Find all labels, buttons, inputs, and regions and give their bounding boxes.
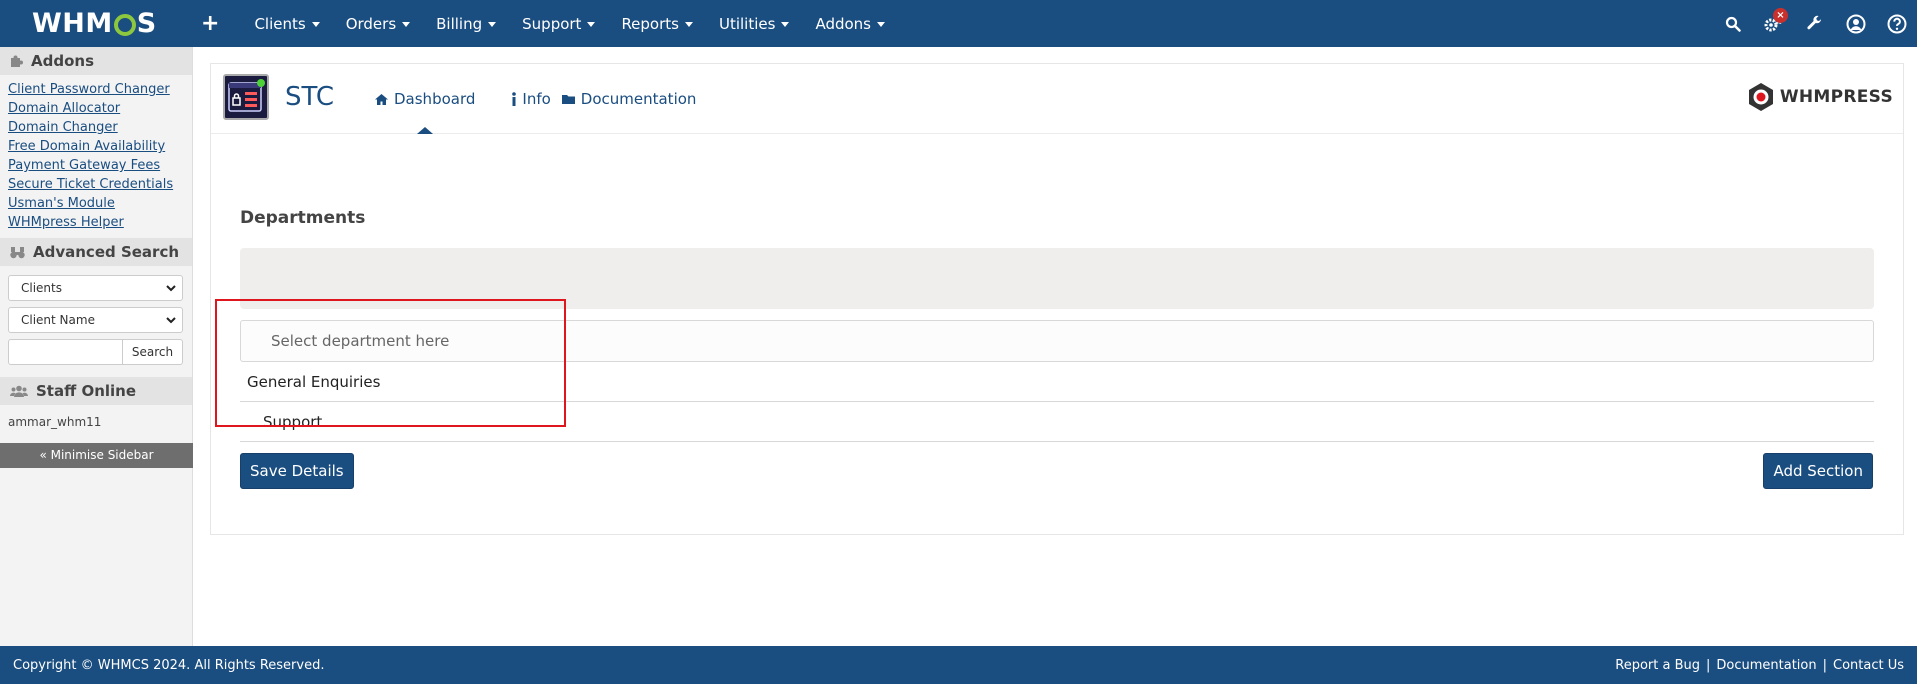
search-type-select[interactable]: Clients (8, 275, 183, 301)
sidebar-search-button[interactable]: Search (123, 339, 183, 365)
footer-separator: | (1822, 657, 1827, 673)
menu-label: Addons (815, 14, 871, 33)
search-type-value: Clients (21, 281, 62, 295)
sidebar-advanced-search-header: Advanced Search (0, 238, 192, 266)
tab-label: Dashboard (394, 90, 476, 108)
addon-link[interactable]: Usman's Module (8, 194, 184, 213)
menu-support[interactable]: Support (509, 15, 608, 33)
caret-down-icon (402, 21, 411, 27)
caret-down-icon (781, 21, 790, 27)
addon-link[interactable]: Payment Gateway Fees (8, 156, 184, 175)
sidebar-addons-title: Addons (31, 52, 94, 70)
tab-dashboard[interactable]: Dashboard (364, 64, 485, 134)
whmpress-logo-icon (1748, 83, 1773, 111)
whmpress-brand-logo: WHMPRESS (1746, 82, 1893, 112)
binoculars-icon (10, 246, 25, 259)
top-right-icons: × (1712, 0, 1917, 47)
tab-documentation[interactable]: Documentation (561, 64, 707, 134)
main-menu: + Clients Orders Billing Support Reports… (175, 0, 898, 47)
quick-add-plus-icon[interactable]: + (175, 11, 241, 36)
brand-text: WHMPRESS (1779, 87, 1893, 107)
menu-clients[interactable]: Clients (241, 15, 332, 33)
addon-link[interactable]: Secure Ticket Credentials (8, 175, 184, 194)
menu-label: Orders (345, 14, 397, 33)
logo-text-left: WHM (32, 8, 113, 39)
module-tabs: Dashboard Info Documentation (364, 64, 706, 134)
chevron-down-icon (166, 316, 176, 323)
sidebar-staff-title: Staff Online (36, 382, 137, 400)
menu-reports[interactable]: Reports (608, 15, 706, 33)
wrench-icon[interactable] (1794, 0, 1835, 47)
addon-link[interactable]: Free Domain Availability (8, 137, 184, 156)
footer-separator: | (1706, 657, 1711, 673)
chevron-down-icon (166, 284, 176, 291)
home-icon (374, 93, 389, 106)
automation-gears-icon[interactable]: × (1753, 0, 1794, 47)
addons-list: Client Password Changer Domain Allocator… (0, 75, 192, 238)
menu-label: Billing (436, 14, 483, 33)
save-details-button[interactable]: Save Details (240, 453, 354, 489)
logo-text-right: S (136, 8, 157, 39)
sidebar-staff-header: Staff Online (0, 377, 192, 405)
departments-panel (240, 248, 1874, 309)
minimise-sidebar-button[interactable]: « Minimise Sidebar (0, 443, 193, 468)
menu-label: Clients (254, 14, 306, 33)
department-option[interactable]: Support (240, 402, 1874, 442)
stc-module-logo-icon (223, 74, 269, 120)
info-icon (511, 92, 517, 106)
footer: Copyright © WHMCS 2024. All Rights Reser… (0, 646, 1917, 684)
whmcs-logo[interactable]: WHM S (0, 0, 175, 47)
footer-links: Report a Bug | Documentation | Contact Us (1615, 658, 1904, 673)
users-icon (10, 385, 28, 397)
menu-label: Reports (621, 14, 679, 33)
menu-billing[interactable]: Billing (423, 15, 509, 33)
caret-down-icon (488, 21, 497, 27)
menu-label: Utilities (718, 14, 776, 33)
caret-down-icon (311, 21, 320, 27)
module-header: STC Dashboard Info Documentation WHMPRES… (211, 64, 1903, 134)
user-profile-icon[interactable] (1835, 0, 1876, 47)
menu-orders[interactable]: Orders (333, 15, 423, 33)
sidebar-advanced-search-title: Advanced Search (33, 243, 180, 261)
sidebar-search-input[interactable] (8, 339, 123, 365)
caret-down-icon (684, 21, 693, 27)
tab-label: Info (522, 90, 551, 108)
staff-online-name: ammar_whm11 (8, 415, 102, 429)
sidebar-search-group: Search (8, 339, 183, 365)
addon-link[interactable]: Domain Changer (8, 118, 184, 137)
addon-link[interactable]: Client Password Changer (8, 80, 184, 99)
menu-addons[interactable]: Addons (802, 15, 898, 33)
main-content: STC Dashboard Info Documentation WHMPRES… (194, 47, 1917, 646)
copyright-text: Copyright © WHMCS 2024. All Rights Reser… (13, 657, 325, 673)
module-name: STC (285, 82, 335, 112)
search-field-select[interactable]: Client Name (8, 307, 183, 333)
department-select-input[interactable]: Select department here (240, 320, 1874, 362)
search-icon[interactable] (1712, 0, 1753, 47)
alert-badge: × (1773, 8, 1788, 23)
menu-utilities[interactable]: Utilities (706, 15, 802, 33)
addon-link[interactable]: Domain Allocator (8, 99, 184, 118)
folder-icon (561, 93, 576, 105)
addon-link[interactable]: WHMpress Helper (8, 213, 184, 232)
documentation-link[interactable]: Documentation (1716, 658, 1816, 673)
caret-down-icon (877, 21, 885, 27)
department-option[interactable]: General Enquiries (240, 362, 1874, 402)
puzzle-icon (10, 55, 23, 68)
add-section-button[interactable]: Add Section (1763, 453, 1873, 489)
tab-label: Documentation (580, 90, 697, 108)
sidebar: Addons Client Password Changer Domain Al… (0, 47, 193, 646)
sidebar-addons-header: Addons (0, 47, 192, 75)
caret-down-icon (587, 21, 596, 27)
menu-label: Support (522, 14, 582, 33)
logo-cog-icon (113, 13, 136, 36)
module-card: STC Dashboard Info Documentation WHMPRES… (210, 63, 1904, 535)
contact-us-link[interactable]: Contact Us (1833, 658, 1904, 673)
top-navbar: WHM S + Clients Orders Billing Support Re… (0, 0, 1917, 47)
report-bug-link[interactable]: Report a Bug (1615, 658, 1700, 673)
tab-info[interactable]: Info (501, 64, 560, 134)
departments-title: Departments (240, 208, 366, 228)
search-field-value: Client Name (21, 313, 95, 327)
help-icon[interactable] (1876, 0, 1917, 47)
